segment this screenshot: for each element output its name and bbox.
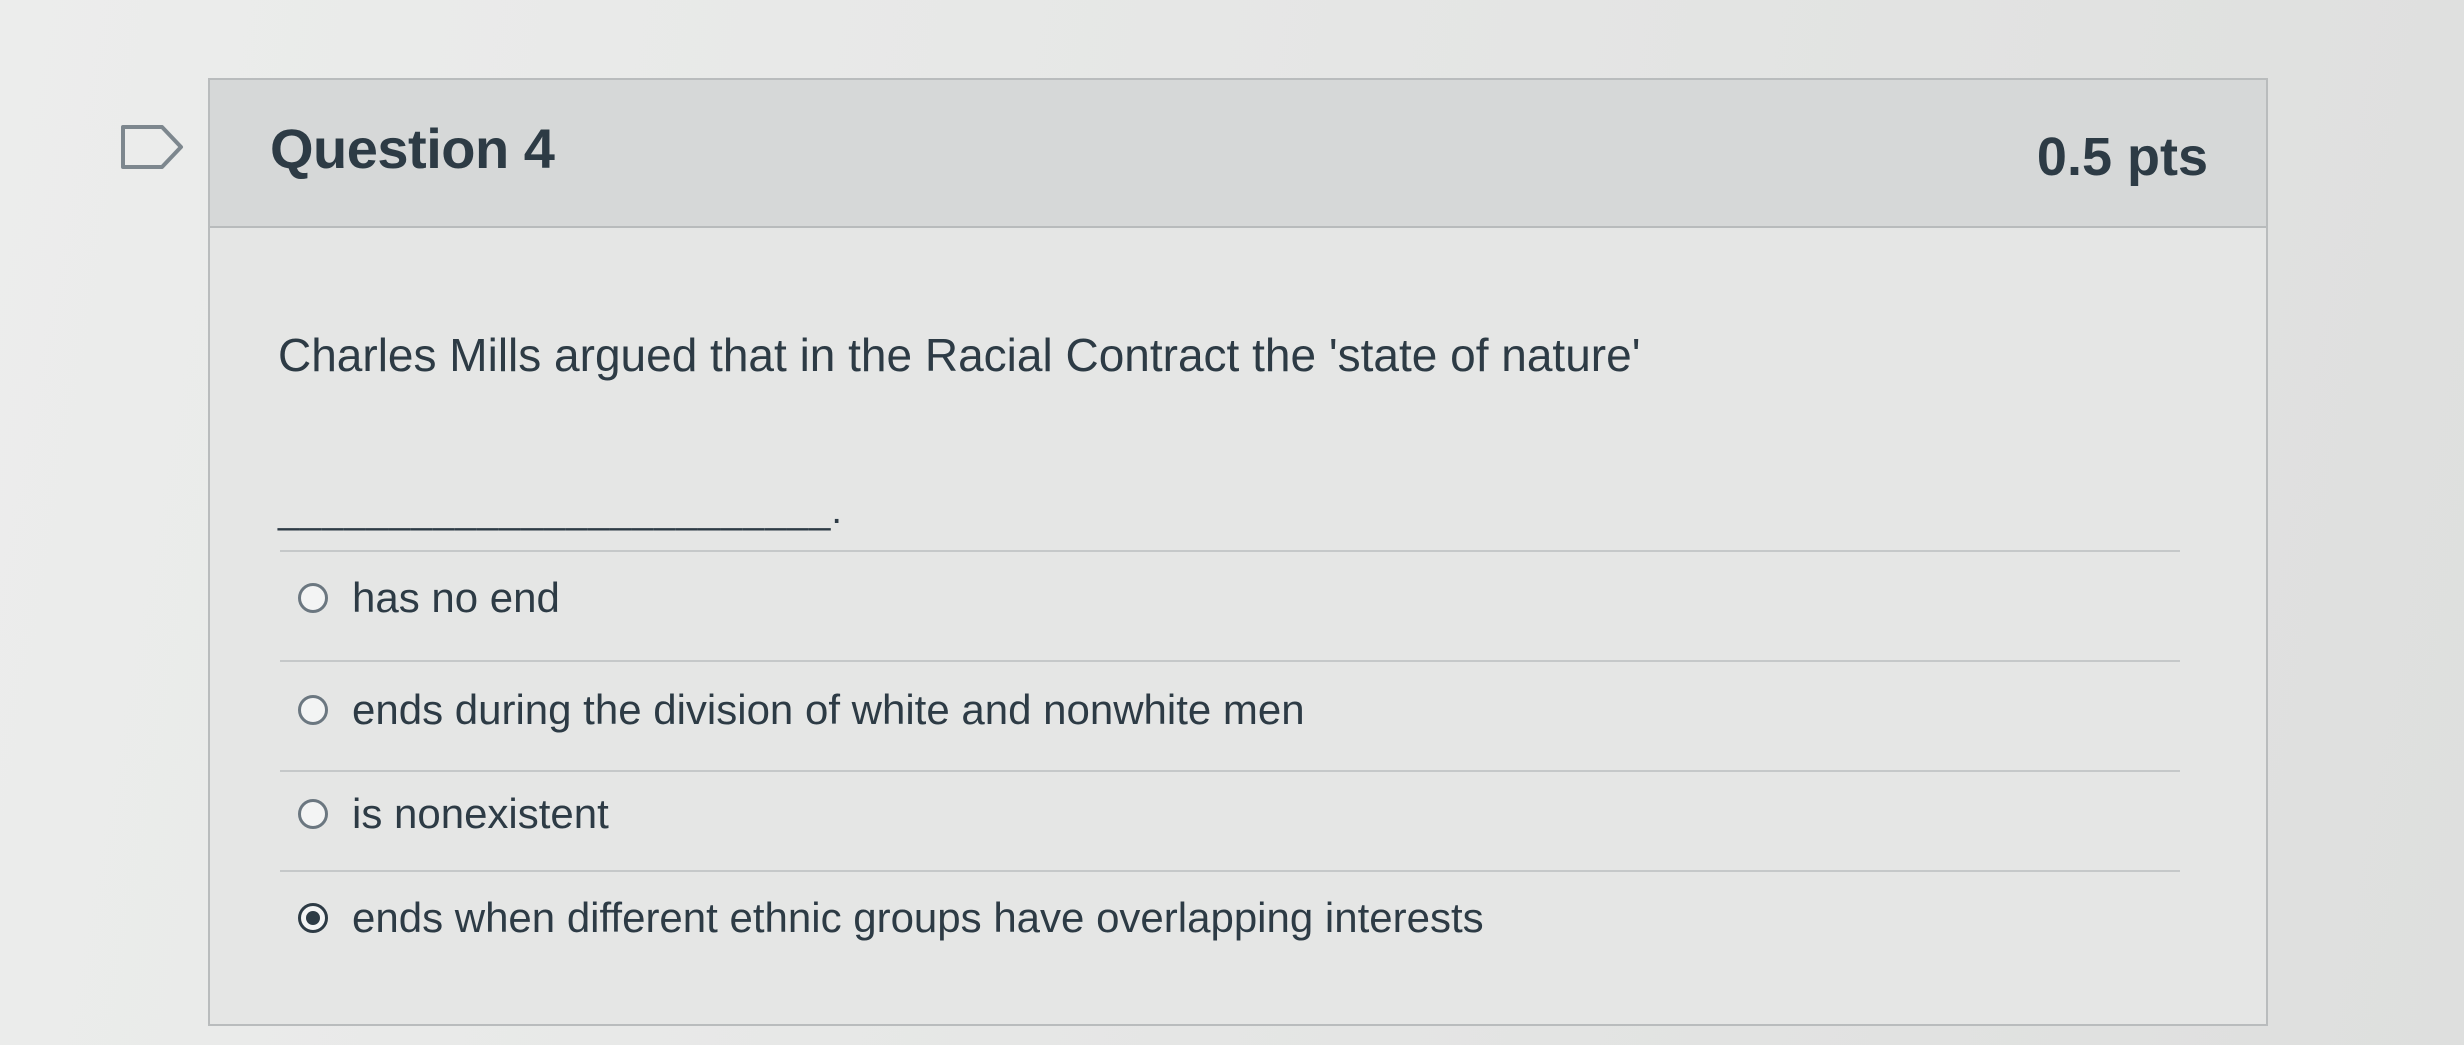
answer-option-2[interactable]: ends during the division of white and no… (298, 670, 1305, 750)
answer-divider (280, 770, 2180, 772)
radio-button-selected[interactable] (298, 903, 328, 933)
answer-divider (280, 550, 2180, 552)
answer-option-1[interactable]: has no end (298, 558, 560, 638)
radio-button[interactable] (298, 799, 328, 829)
answer-option-3[interactable]: is nonexistent (298, 774, 609, 854)
answer-label: has no end (352, 574, 560, 621)
quiz-page: Question 4 0.5 pts Charles Mills argued … (0, 0, 2464, 1045)
question-points: 0.5 pts (2036, 127, 2208, 187)
answer-label: is nonexistent (352, 790, 609, 837)
flag-question-icon[interactable] (120, 124, 184, 170)
answer-divider (280, 660, 2180, 662)
answer-label: ends during the division of white and no… (352, 686, 1305, 733)
question-card: Question 4 0.5 pts Charles Mills argued … (208, 78, 2268, 1026)
answer-option-4[interactable]: ends when different ethnic groups have o… (298, 878, 1484, 958)
question-text: Charles Mills argued that in the Racial … (278, 329, 1641, 381)
radio-button[interactable] (298, 695, 328, 725)
radio-button[interactable] (298, 583, 328, 613)
answer-label: ends when different ethnic groups have o… (352, 894, 1484, 941)
question-blank: _________________________. (278, 490, 843, 532)
answer-divider (280, 870, 2180, 872)
question-header: Question 4 0.5 pts (210, 80, 2266, 228)
question-title: Question 4 (270, 117, 555, 180)
